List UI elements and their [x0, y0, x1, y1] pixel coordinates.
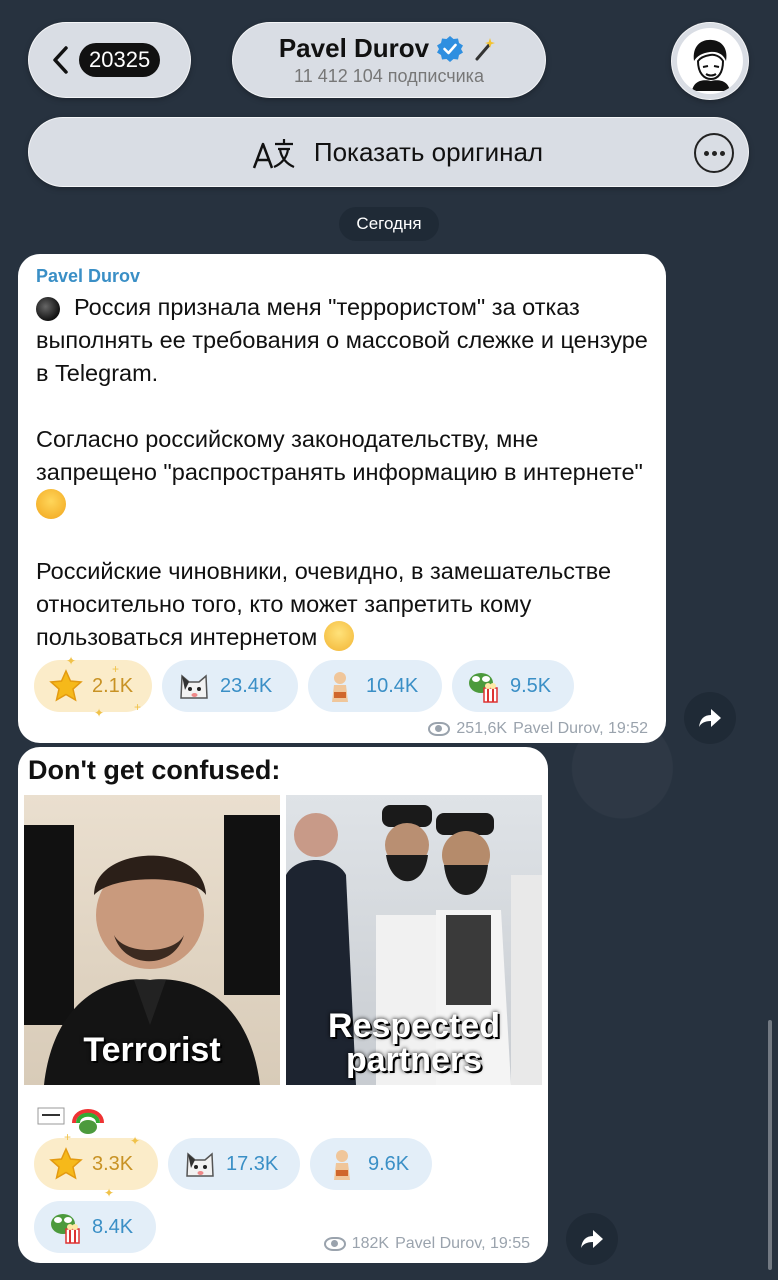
- view-count: 251,6K: [456, 720, 508, 737]
- meme-image-right[interactable]: Respected partners: [286, 795, 542, 1085]
- dot-icon: [711, 150, 717, 156]
- meme-title: Don't get confused:: [28, 755, 281, 785]
- forward-icon: [699, 709, 721, 727]
- sparkle-icon: ✦: [94, 706, 105, 720]
- reaction-count: 9.5K: [510, 674, 552, 697]
- caption-line: partners: [345, 1041, 483, 1079]
- meme-caption-left: Terrorist: [83, 1031, 221, 1069]
- reactions-row: 8.4K: [34, 1201, 156, 1253]
- paragraph-text: Согласно российскому законодательству, м…: [36, 426, 643, 485]
- sparkle-icon: ✦: [130, 1134, 141, 1148]
- star-icon: [49, 669, 83, 702]
- dot-icon: [719, 150, 725, 156]
- channel-title: Pavel Durov: [278, 33, 430, 63]
- chevron-left-icon: [53, 46, 68, 74]
- reaction-count: 9.6K: [368, 1152, 410, 1175]
- view-count: 182K: [351, 1235, 390, 1252]
- reaction-count: 2.1K: [92, 674, 134, 697]
- show-original-label: Показать оригинал: [313, 136, 544, 167]
- reaction-star[interactable]: + ✦ ✦ 3.3K: [34, 1130, 158, 1200]
- meme-caption-right: Respected partners: [286, 1009, 542, 1077]
- reaction-count: 17.3K: [226, 1152, 279, 1175]
- reaction-frog[interactable]: 8.4K: [34, 1201, 156, 1253]
- paragraph: Согласно российскому законодательству, м…: [36, 423, 656, 522]
- message-meta: 182K Pavel Durov, 19:55: [323, 1235, 530, 1253]
- meme-image-left[interactable]: Terrorist: [24, 795, 280, 1085]
- message-bubble[interactable]: Don't get confused: Terrorist Respected …: [18, 747, 548, 1263]
- reaction-count: 3.3K: [92, 1152, 134, 1175]
- message-signature: Pavel Durov, 19:52: [513, 720, 648, 737]
- views-icon: [323, 1237, 346, 1251]
- scrollbar[interactable]: [768, 1020, 772, 1270]
- frog-popcorn-icon: [469, 673, 498, 703]
- message-bubble[interactable]: Pavel Durov Россия признала меня "террор…: [18, 254, 666, 743]
- message-meta: 251,6K Pavel Durov, 19:52: [428, 720, 648, 738]
- avatar-portrait-icon: [692, 39, 730, 91]
- figure-icon: [334, 1150, 350, 1180]
- back-button[interactable]: 20325: [28, 22, 191, 98]
- dot-icon: [703, 150, 709, 156]
- sparkle-icon: +: [134, 700, 142, 714]
- channel-header[interactable]: Pavel Durov 11 412 104 подписчика: [232, 22, 546, 98]
- verified-badge-icon: [437, 35, 464, 62]
- angry-face-icon: [36, 489, 66, 519]
- reaction-count: 10.4K: [366, 674, 419, 697]
- show-original-bar[interactable]: Показать оригинал: [28, 117, 749, 187]
- reaction-star[interactable]: ✦ + ✦ + 2.1K: [34, 654, 152, 720]
- smirk-face-icon: [323, 621, 354, 651]
- unread-count-badge: 20325: [79, 43, 161, 77]
- sparkle-icon: ✦: [104, 1186, 115, 1200]
- bomb-icon: [36, 297, 60, 321]
- frog-popcorn-icon: [51, 1214, 80, 1244]
- message-text: Россия признала меня "террористом" за от…: [36, 291, 656, 687]
- reaction-cat[interactable]: 23.4K: [162, 660, 298, 712]
- sparkle-icon: ✦: [66, 654, 77, 668]
- reaction-figure[interactable]: 10.4K: [308, 660, 442, 712]
- reaction-figure[interactable]: 9.6K: [310, 1138, 432, 1190]
- paragraph: Российские чиновники, очевидно, в замеша…: [36, 555, 656, 654]
- caption-line: Respected: [328, 1007, 500, 1045]
- magic-wand-icon: [475, 37, 496, 60]
- forward-icon: [581, 1230, 603, 1248]
- cat-icon: [186, 1152, 214, 1177]
- sparkle-icon: +: [112, 662, 120, 676]
- more-options-button[interactable]: [694, 133, 734, 173]
- avatar: [677, 28, 743, 94]
- reaction-cat[interactable]: 17.3K: [168, 1138, 300, 1190]
- channel-avatar-button[interactable]: [671, 22, 749, 100]
- reaction-frog[interactable]: 9.5K: [452, 660, 574, 712]
- forward-button[interactable]: [566, 1213, 618, 1265]
- star-icon: [49, 1147, 83, 1180]
- message-signature: Pavel Durov, 19:55: [395, 1235, 530, 1252]
- figure-icon: [332, 672, 348, 702]
- translate-icon: [252, 139, 295, 169]
- forward-button[interactable]: [684, 692, 736, 744]
- reactions-row: ✦ + ✦ + 2.1K 23.4K 10.4K 9.5K: [34, 654, 574, 720]
- sparkle-icon: +: [64, 1130, 72, 1144]
- date-separator: Сегодня: [339, 207, 439, 241]
- flag-icon: [37, 1107, 65, 1125]
- rainbow-frog-icon: [72, 1109, 104, 1134]
- reactions-row: + ✦ ✦ 3.3K 17.3K 9.6K: [34, 1130, 432, 1200]
- paragraph: Россия признала меня "террористом" за от…: [36, 291, 656, 390]
- subscriber-count: 11 412 104 подписчика: [294, 66, 484, 86]
- reaction-count: 23.4K: [220, 674, 273, 697]
- message-author[interactable]: Pavel Durov: [36, 266, 140, 287]
- paragraph-text: Россия признала меня "террористом" за от…: [36, 294, 648, 386]
- views-icon: [428, 722, 451, 736]
- reaction-count: 8.4K: [92, 1215, 134, 1238]
- cat-icon: [180, 674, 208, 699]
